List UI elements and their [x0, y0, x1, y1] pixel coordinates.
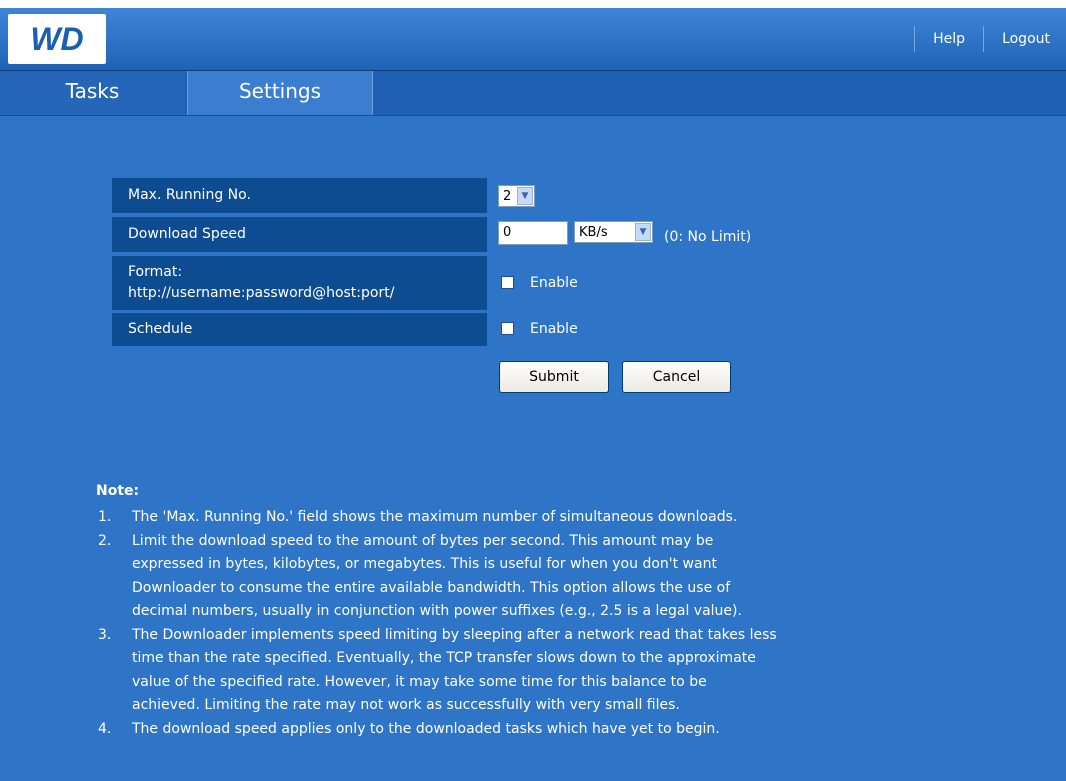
note-line: The Downloader implements speed limiting… [132, 626, 777, 643]
note-line: time than the rate specified. Eventually… [132, 650, 756, 666]
schedule-label: Schedule [112, 313, 487, 346]
note-number: 2. [98, 532, 112, 549]
speed-unit-value: KB/s [579, 224, 608, 240]
logo-text: WD [30, 21, 83, 57]
tab-tasks[interactable]: Tasks [0, 71, 185, 115]
tab-settings[interactable]: Settings [187, 71, 373, 115]
notes-list: 1. The 'Max. Running No.' field shows th… [96, 506, 996, 741]
note-number: 1. [98, 509, 112, 525]
note-line: Downloader to consume the entire availab… [132, 579, 731, 596]
note-title: Note: [96, 483, 140, 499]
note-number: 3. [98, 626, 112, 643]
speed-hint: (0: No Limit) [664, 229, 752, 245]
note-line: value of the specified rate. However, it… [132, 673, 707, 690]
note-item: 4. The download speed applies only to th… [96, 718, 996, 742]
max-running-label: Max. Running No. [112, 178, 487, 213]
download-speed-label: Download Speed [112, 217, 487, 252]
submit-button[interactable]: Submit [499, 361, 609, 393]
cancel-button[interactable]: Cancel [622, 361, 731, 393]
note-line: achieved. Limiting the rate may not work… [132, 697, 680, 713]
tab-bar: Tasks Settings [0, 71, 1066, 116]
note-line: The 'Max. Running No.' field shows the m… [132, 509, 738, 525]
logout-link[interactable]: Logout [984, 31, 1066, 47]
note-line: expressed in bytes, kilobytes, or megaby… [132, 556, 717, 572]
help-link[interactable]: Help [915, 31, 983, 47]
proxy-enable-label: Enable [530, 275, 578, 291]
note-line: decimal numbers, usually in conjunction … [132, 603, 742, 619]
chevron-down-icon: ▼ [517, 187, 533, 205]
wd-logo: WD [8, 14, 106, 64]
note-item: 2. Limit the download speed to the amoun… [96, 530, 996, 624]
max-running-select[interactable]: 2 ▼ [498, 185, 535, 207]
wd-logo-icon: WD [30, 21, 83, 57]
speed-unit-select[interactable]: KB/s ▼ [574, 221, 653, 243]
proxy-format-label: Format: http://username:password@host:po… [112, 256, 487, 310]
schedule-enable-checkbox[interactable] [501, 322, 514, 335]
top-border [0, 0, 1066, 8]
proxy-enable-checkbox[interactable] [501, 276, 514, 289]
note-line: Limit the download speed to the amount o… [132, 532, 714, 549]
download-speed-input[interactable]: 0 [498, 221, 568, 245]
note-item: 1. The 'Max. Running No.' field shows th… [96, 506, 996, 530]
chevron-down-icon: ▼ [635, 223, 651, 241]
note-item: 3. The Downloader implements speed limit… [96, 624, 996, 718]
header-links: Help Logout [914, 8, 1066, 70]
proxy-format-title: Format: [128, 264, 183, 280]
proxy-format-example: http://username:password@host:port/ [128, 285, 395, 301]
note-line: The download speed applies only to the d… [132, 720, 720, 737]
schedule-enable-label: Enable [530, 321, 578, 337]
max-running-value: 2 [503, 188, 512, 204]
note-number: 4. [98, 720, 112, 737]
header-bar: WD Help Logout [0, 8, 1066, 71]
